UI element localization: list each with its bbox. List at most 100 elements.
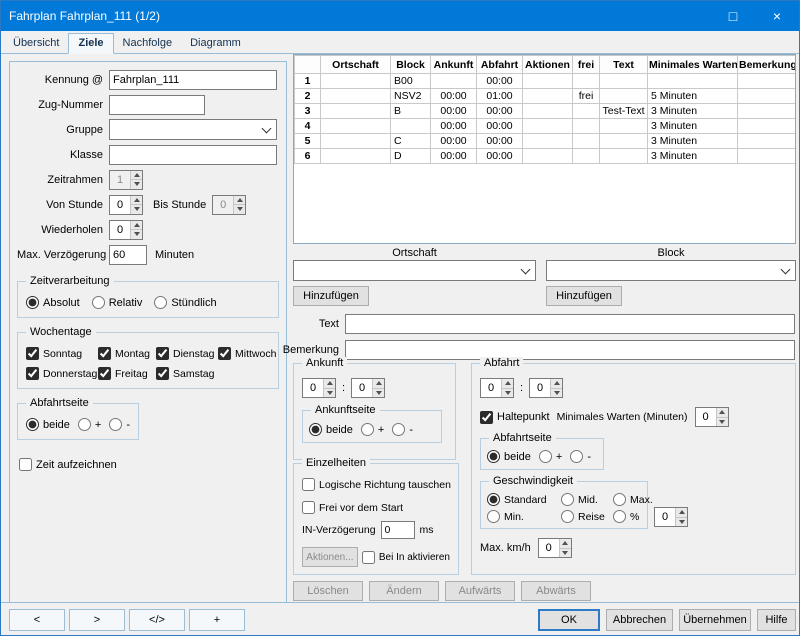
klasse-input[interactable] [109, 145, 277, 165]
tab-uebersicht[interactable]: Übersicht [4, 34, 68, 53]
wiederholen-spinner[interactable]: 0 [109, 220, 143, 240]
table-cell[interactable] [738, 134, 796, 149]
uebernehmen-button[interactable]: Übernehmen [679, 609, 751, 631]
beide-radio[interactable] [26, 418, 39, 431]
spin-down-icon[interactable] [131, 230, 142, 239]
spin-down-icon[interactable] [560, 549, 571, 558]
ankunftseite-plus-option[interactable]: + [361, 423, 384, 436]
mid-option[interactable]: Mid. [561, 493, 613, 506]
table-cell[interactable]: 3 Minuten [648, 119, 738, 134]
table-cell[interactable]: 3 Minuten [648, 134, 738, 149]
reise-radio[interactable] [561, 510, 574, 523]
table-cell[interactable]: 00:00 [431, 134, 477, 149]
table-cell[interactable] [391, 119, 431, 134]
donnerstag-checkbox[interactable] [26, 367, 39, 380]
aendern-button[interactable]: Ändern [369, 581, 439, 601]
table-cell[interactable]: C [391, 134, 431, 149]
table-cell[interactable] [523, 134, 573, 149]
beide-radio[interactable] [487, 450, 500, 463]
minimales-warten-spinner[interactable]: 0 [695, 407, 729, 427]
abfahrtseite-plus-option[interactable]: + [539, 450, 562, 463]
haltepunkt-option[interactable]: Haltepunkt [480, 411, 550, 424]
ankunftseite-beide-option[interactable]: beide [309, 423, 353, 436]
table-cell[interactable]: 00:00 [477, 104, 523, 119]
prozent-option[interactable]: % [613, 510, 653, 523]
table-row[interactable]: 2 NSV2 00:00 01:00 frei 5 Minuten [295, 89, 796, 104]
table-cell[interactable] [573, 74, 600, 89]
table-cell[interactable]: 00:00 [477, 119, 523, 134]
add-button[interactable]: + [189, 609, 245, 631]
min-radio[interactable] [487, 510, 500, 523]
maximize-button[interactable]: □ [711, 1, 755, 31]
table-cell[interactable] [523, 119, 573, 134]
abfahrt-stunde-spinner[interactable]: 0 [480, 378, 514, 398]
table-cell[interactable]: B00 [391, 74, 431, 89]
spin-up-icon[interactable] [551, 379, 562, 389]
title-bar[interactable]: Fahrplan Fahrplan_111 (1/2) □ × [1, 1, 799, 31]
zeit-aufzeichnen-option[interactable]: Zeit aufzeichnen [19, 458, 117, 471]
table-row[interactable]: 5 C 00:00 00:00 3 Minuten [295, 134, 796, 149]
spin-down-icon[interactable] [717, 418, 728, 427]
montag-option[interactable]: Montag [98, 347, 156, 360]
absolut-radio[interactable] [26, 296, 39, 309]
spin-down-icon[interactable] [551, 389, 562, 398]
table-cell[interactable]: 00:00 [431, 89, 477, 104]
in-verzoegerung-input[interactable] [381, 521, 415, 539]
table-cell[interactable]: 3 Minuten [648, 104, 738, 119]
tab-diagramm[interactable]: Diagramm [181, 34, 250, 53]
relativ-option[interactable]: Relativ [92, 296, 143, 309]
stuendlich-option[interactable]: Stündlich [154, 296, 216, 309]
spin-up-icon[interactable] [131, 196, 142, 206]
table-cell[interactable]: D [391, 149, 431, 164]
table-cell[interactable]: 00:00 [477, 149, 523, 164]
bemerkung-input[interactable] [345, 340, 795, 360]
ankunft-minute-spinner[interactable]: 0 [351, 378, 385, 398]
spin-up-icon[interactable] [560, 539, 571, 549]
table-cell[interactable] [321, 134, 391, 149]
spin-up-icon[interactable] [324, 379, 335, 389]
table-cell[interactable] [738, 89, 796, 104]
mittwoch-checkbox[interactable] [218, 347, 231, 360]
table-cell[interactable] [600, 74, 648, 89]
ok-button[interactable]: OK [538, 609, 600, 631]
stuendlich-radio[interactable] [154, 296, 167, 309]
relativ-radio[interactable] [92, 296, 105, 309]
abwaerts-button[interactable]: Abwärts [521, 581, 591, 601]
table-cell[interactable] [321, 104, 391, 119]
aufwaerts-button[interactable]: Aufwärts [445, 581, 515, 601]
close-button[interactable]: × [755, 1, 799, 31]
samstag-option[interactable]: Samstag [156, 367, 218, 380]
spin-down-icon[interactable] [131, 205, 142, 214]
hilfe-button[interactable]: Hilfe [757, 609, 796, 631]
plus-option[interactable]: + [78, 418, 101, 431]
table-cell[interactable]: 6 [295, 149, 321, 164]
toggle-view-button[interactable]: </> [129, 609, 185, 631]
table-cell[interactable] [321, 149, 391, 164]
table-cell[interactable]: 00:00 [431, 104, 477, 119]
table-cell[interactable]: Test-Text [600, 104, 648, 119]
reise-option[interactable]: Reise [561, 510, 613, 523]
max-option[interactable]: Max. [613, 493, 653, 506]
beide-radio[interactable] [309, 423, 322, 436]
block-select[interactable] [546, 260, 796, 281]
table-row[interactable]: 1 B00 00:00 [295, 74, 796, 89]
spin-up-icon[interactable] [131, 221, 142, 231]
spin-down-icon[interactable] [131, 180, 142, 189]
abbrechen-button[interactable]: Abbrechen [606, 609, 673, 631]
dienstag-checkbox[interactable] [156, 347, 169, 360]
next-button[interactable]: > [69, 609, 125, 631]
table-cell[interactable] [321, 89, 391, 104]
plus-radio[interactable] [539, 450, 552, 463]
freitag-option[interactable]: Freitag [98, 367, 156, 380]
dienstag-option[interactable]: Dienstag [156, 347, 218, 360]
montag-checkbox[interactable] [98, 347, 111, 360]
minus-option[interactable]: - [109, 418, 130, 431]
table-cell[interactable]: 01:00 [477, 89, 523, 104]
table-row[interactable]: 3 B 00:00 00:00 Test-Text 3 Minuten [295, 104, 796, 119]
spin-up-icon[interactable] [373, 379, 384, 389]
loeschen-button[interactable]: Löschen [293, 581, 363, 601]
table-cell[interactable] [738, 104, 796, 119]
spin-down-icon[interactable] [234, 205, 245, 214]
table-cell[interactable]: 3 [295, 104, 321, 119]
table-cell[interactable]: frei [573, 89, 600, 104]
